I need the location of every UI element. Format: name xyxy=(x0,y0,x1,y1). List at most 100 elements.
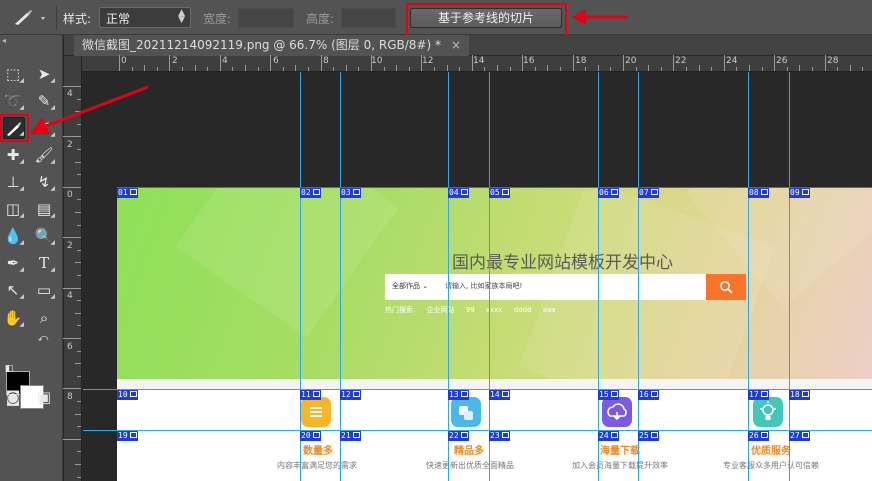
document-tab[interactable]: 微信截图_20211214092119.png @ 66.7% (图层 0, R… xyxy=(74,35,470,56)
slice-tool-icon[interactable]: ◢ xyxy=(3,117,25,139)
width-input[interactable] xyxy=(238,8,294,28)
slice-label[interactable]: 20 xyxy=(300,431,321,441)
eyedropper-tool-icon[interactable]: ✐ ◢ xyxy=(33,117,55,139)
slice-label[interactable]: 10 xyxy=(117,390,138,400)
lasso-tool-icon[interactable]: ➰ ◢ xyxy=(2,90,24,112)
slice-label[interactable]: 26 xyxy=(748,431,769,441)
slice-label[interactable]: 03 xyxy=(340,188,361,198)
search-category[interactable]: 全部作品 ⌄ xyxy=(392,281,428,291)
pen-tool-icon[interactable]: ✒ ◢ xyxy=(2,252,24,274)
vertical-ruler[interactable]: 4 2 0 2 4 6 8 xyxy=(63,56,82,481)
feature-description: 快速更新出优质全面精品 xyxy=(426,461,514,470)
slice-label[interactable]: 21 xyxy=(340,431,361,441)
close-tab-icon[interactable]: × xyxy=(451,38,461,52)
slice-label[interactable]: 07 xyxy=(638,188,659,198)
hot-term[interactable]: 99 xyxy=(466,306,475,314)
ruler-tick xyxy=(75,312,81,314)
slice-label[interactable]: 13 xyxy=(448,390,469,400)
move-tool-icon[interactable]: ➤ ◢ xyxy=(33,63,55,85)
slice-label[interactable]: 04 xyxy=(448,188,469,198)
guide-line[interactable] xyxy=(748,72,749,481)
hot-term[interactable]: 企业网站 xyxy=(427,306,455,314)
slice-label[interactable]: 09 xyxy=(789,188,810,198)
slice-label[interactable]: 23 xyxy=(489,431,510,441)
horizontal-ruler[interactable]: 0 2 4 6 8 10 12 14 16 18 20 22 24 26 28 xyxy=(82,55,872,72)
ruler-label: 28 xyxy=(827,56,839,66)
slice-label[interactable]: 01 xyxy=(117,188,138,198)
slice-label[interactable]: 11 xyxy=(300,390,321,400)
dodge-tool-icon[interactable]: 🔍 ◢ xyxy=(33,225,55,247)
zoom-tool-icon[interactable]: ⌕ xyxy=(33,307,55,329)
type-tool-icon[interactable]: T ◢ xyxy=(33,252,55,274)
guide-line[interactable] xyxy=(489,72,490,481)
slice-label[interactable]: 02 xyxy=(300,188,321,198)
guide-line[interactable] xyxy=(789,72,790,481)
hand-tool-icon[interactable]: ✋ ◢ xyxy=(2,307,24,329)
gradient-tool-icon[interactable]: ▤ ◢ xyxy=(33,198,55,220)
slice-label[interactable]: 15 xyxy=(598,390,619,400)
hot-term[interactable]: aaa xyxy=(543,306,556,314)
ruler-tick xyxy=(119,55,120,71)
quick-select-tool-icon[interactable]: ✎ ◢ xyxy=(33,90,55,112)
tools-panel: ◂ ⬚ ◢ ➤ ◢ ➰ ◢ ✎ ◢ ◢ ✐ ◢ ✚ ◢ 🖌 ◢ ⊥ ◢ ↯ ◢ ◫ ◢ ▤ ◢ 💧 ◢ … xyxy=(0,35,63,481)
ruler-label: 10 xyxy=(371,56,383,66)
default-colors-icon[interactable]: ◧ xyxy=(2,362,16,376)
ruler-tick xyxy=(194,65,196,71)
feature-title: 精品多 xyxy=(454,446,484,457)
healing-brush-tool-icon[interactable]: ✚ ◢ xyxy=(2,144,24,166)
slice-label[interactable]: 27 xyxy=(789,431,810,441)
ruler-label: 20 xyxy=(625,56,637,66)
ruler-tick xyxy=(345,65,347,71)
ruler-tick xyxy=(77,98,81,100)
rectangle-tool-icon[interactable]: ▭ ◢ xyxy=(33,279,55,301)
swap-colors-icon[interactable]: ⤺ xyxy=(36,332,50,346)
slice-label[interactable]: 24 xyxy=(598,431,619,441)
slice-label[interactable]: 17 xyxy=(748,390,769,400)
style-select[interactable]: 正常 ▲ ▼ xyxy=(99,7,191,28)
marquee-tool-icon[interactable]: ⬚ ◢ xyxy=(2,63,24,85)
ruler-tick xyxy=(484,67,486,71)
collapse-icon[interactable]: ◂ xyxy=(2,36,6,45)
guide-line[interactable] xyxy=(638,72,639,481)
ruler-tick xyxy=(396,65,398,71)
brush-tool-icon[interactable]: 🖌 ◢ xyxy=(33,144,55,166)
slice-label[interactable]: 25 xyxy=(638,431,659,441)
slice-label[interactable]: 06 xyxy=(598,188,619,198)
slice-label[interactable]: 19 xyxy=(117,431,138,441)
eraser-tool-icon[interactable]: ◫ ◢ xyxy=(2,198,24,220)
search-icon xyxy=(720,281,733,294)
ruler-tick xyxy=(63,287,81,289)
search-button[interactable] xyxy=(706,274,746,300)
ruler-tick xyxy=(635,67,637,71)
guide-line[interactable] xyxy=(598,72,599,481)
ruler-tick xyxy=(232,67,234,71)
ruler-tick xyxy=(270,55,272,71)
slices-from-guides-button[interactable]: 基于参考线的切片 xyxy=(410,8,562,28)
tool-preset-picker[interactable] xyxy=(12,8,50,28)
guide-line[interactable] xyxy=(340,72,341,481)
hot-term[interactable]: dddd xyxy=(514,306,532,314)
slice-label[interactable]: 08 xyxy=(748,188,769,198)
slice-label[interactable]: 16 xyxy=(638,390,659,400)
history-brush-tool-icon[interactable]: ↯ ◢ xyxy=(33,171,55,193)
width-label: 宽度: xyxy=(203,12,232,26)
slice-label[interactable]: 12 xyxy=(340,390,361,400)
path-selection-tool-icon[interactable]: ↖ ◢ xyxy=(2,279,24,301)
height-input[interactable] xyxy=(341,8,396,28)
ruler-tick xyxy=(446,65,448,71)
slice-label[interactable]: 22 xyxy=(448,431,469,441)
slice-label[interactable]: 14 xyxy=(489,390,510,400)
ruler-tick xyxy=(77,451,81,453)
blur-tool-icon[interactable]: 💧 ◢ xyxy=(2,225,24,247)
screen-mode-icon[interactable]: ▣ xyxy=(33,386,55,408)
search-input[interactable]: 请输入, 比如家族本局吧! xyxy=(445,281,522,291)
ruler-tick xyxy=(509,67,511,71)
quick-mask-icon[interactable]: ◙ xyxy=(2,386,24,408)
guide-line[interactable] xyxy=(300,72,301,481)
search-box[interactable]: 全部作品 ⌄ 请输入, 比如家族本局吧! xyxy=(385,274,706,300)
ruler-tick xyxy=(245,65,246,71)
slice-label[interactable]: 05 xyxy=(489,188,510,198)
slice-label[interactable]: 18 xyxy=(789,390,810,400)
clone-stamp-tool-icon[interactable]: ⊥ ◢ xyxy=(2,171,24,193)
guide-line[interactable] xyxy=(448,72,449,481)
